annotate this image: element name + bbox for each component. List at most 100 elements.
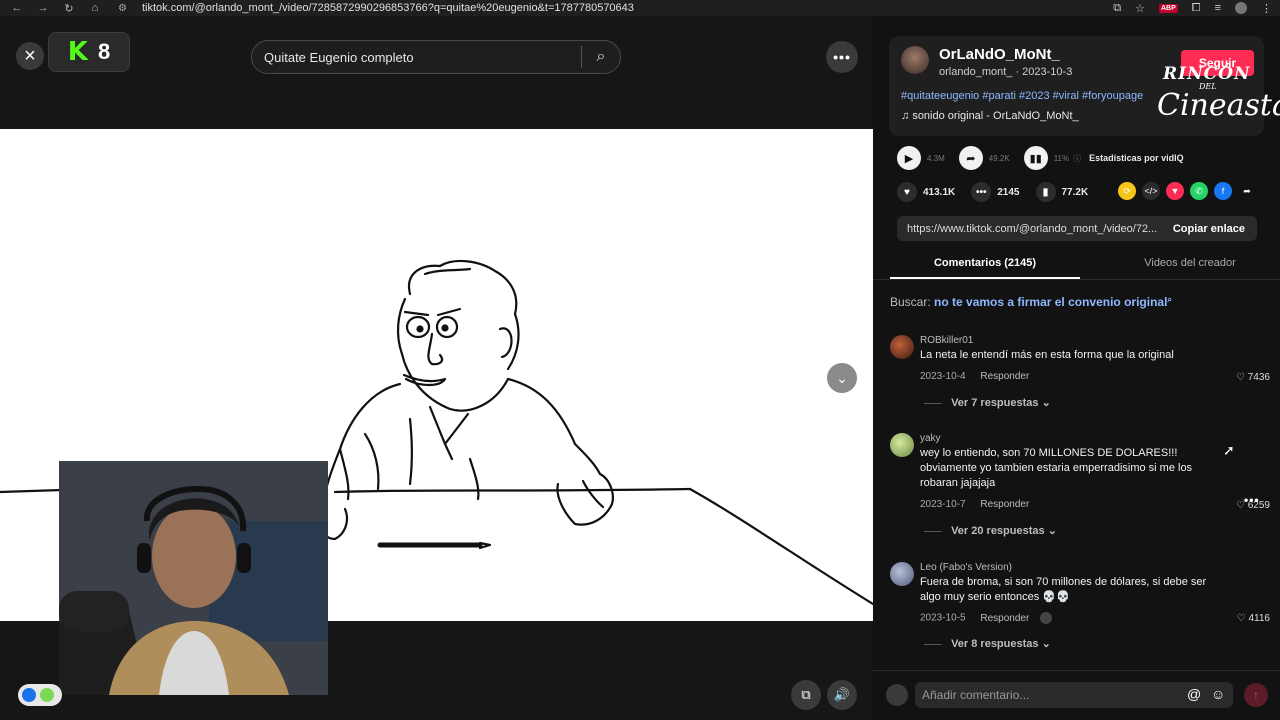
next-video-button[interactable]: ⌄ xyxy=(827,363,857,393)
view-replies-button[interactable]: Ver 20 respuestas ⌄ xyxy=(924,524,1057,537)
comment-button[interactable]: ••• xyxy=(971,182,992,202)
extensions-puzzle-icon[interactable]: ⧠ xyxy=(1192,2,1201,15)
address-bar-url[interactable]: tiktok.com/@orlando_mont_/video/72858729… xyxy=(142,2,634,14)
comment-count: 2145 xyxy=(997,186,1020,198)
miniplayer-button[interactable]: ⧉ xyxy=(791,680,821,710)
forward-icon[interactable]: → xyxy=(36,2,50,14)
whatsapp-icon[interactable]: ✆ xyxy=(1190,182,1208,200)
comment-date: 2023-10-7 xyxy=(920,499,966,510)
comment-item: Leo (Fabo's Version) Fuera de broma, si … xyxy=(890,562,1270,657)
bookmark-star-icon[interactable]: ☆ xyxy=(1135,2,1145,15)
reply-button[interactable]: Responder xyxy=(980,499,1029,510)
tab-creator-videos[interactable]: Videos del creador xyxy=(1100,254,1280,279)
install-app-icon[interactable]: ⧉ xyxy=(1113,2,1121,15)
bar-chart-icon: ▮▮ xyxy=(1029,152,1042,165)
share-count: 49.2K xyxy=(988,153,1010,163)
facebook-icon[interactable]: f xyxy=(1214,182,1232,200)
comment-text: Fuera de broma, si son 70 millones de dó… xyxy=(920,576,1207,603)
info-icon[interactable]: ⓘ xyxy=(1073,153,1081,164)
commenter-avatar[interactable] xyxy=(890,335,914,359)
save-count: 77.2K xyxy=(1061,186,1089,198)
comment-meta: 2023-10-7 Responder xyxy=(920,499,1029,510)
comment-input[interactable] xyxy=(915,682,1233,708)
video-url[interactable]: https://www.tiktok.com/@orlando_mont_/vi… xyxy=(897,223,1161,235)
commenter-avatar[interactable] xyxy=(890,433,914,457)
site-info-icon[interactable]: ⚙ xyxy=(118,3,132,14)
comment-like-count: 4116 xyxy=(1248,613,1270,624)
video-search-text[interactable]: Quitate Eugenio completo xyxy=(252,50,581,65)
emoji-icon[interactable]: ☺ xyxy=(1211,686,1225,702)
search-icon[interactable]: ⌕ xyxy=(582,48,620,66)
adblock-icon[interactable]: ABP xyxy=(1158,3,1178,13)
comment-like[interactable]: ♡ 4116 xyxy=(1237,613,1270,624)
kick-extension-badge[interactable]: K 8 xyxy=(48,32,130,72)
mouse-cursor-icon: ➚ xyxy=(1223,442,1235,458)
more-options-button[interactable]: ••• xyxy=(826,41,858,73)
view-replies-button[interactable]: Ver 8 respuestas ⌄ xyxy=(924,637,1051,650)
repost-icon[interactable]: ⟳ xyxy=(1118,182,1136,200)
post-info-card: OrLaNdO_MoNt_ orlando_mont_ · 2023-10-3 … xyxy=(889,36,1280,136)
copy-link-row: https://www.tiktok.com/@orlando_mont_/vi… xyxy=(897,216,1257,241)
like-count: 413.1K xyxy=(923,186,956,198)
share-count-button[interactable]: ➦ xyxy=(958,146,983,170)
video-search-bar[interactable]: Quitate Eugenio completo ⌕ xyxy=(251,40,621,74)
channel-watermark: RINCÓN DEL Cineasta xyxy=(1157,64,1280,121)
like-button[interactable]: ♥ xyxy=(897,182,917,202)
vidiq-stats-label[interactable]: Estadísticas por vidIQ xyxy=(1089,153,1184,163)
view-replies-button[interactable]: Ver 7 respuestas ⌄ xyxy=(924,396,1051,409)
search-small-icon: ⌕ xyxy=(1167,295,1172,304)
share-icons: ⟳ </> ▼ ✆ f ➦ xyxy=(1118,182,1256,200)
back-icon[interactable]: ← xyxy=(10,2,24,14)
more-dots-icon: ••• xyxy=(833,49,851,65)
search-suggestion[interactable]: Buscar: no te vamos a firmar el convenio… xyxy=(890,295,1172,309)
play-count-button[interactable]: ▶ xyxy=(897,146,921,170)
close-icon: × xyxy=(24,44,36,67)
comment-more-icon[interactable]: ••• xyxy=(1244,493,1260,507)
volume-button[interactable]: 🔊 xyxy=(827,680,857,710)
stats-chart-button[interactable]: ▮▮ xyxy=(1023,146,1048,170)
tab-comments[interactable]: Comentarios (2145) xyxy=(890,254,1080,279)
more-share-icon[interactable]: ➦ xyxy=(1238,182,1256,200)
send-comment-button[interactable]: ↑ xyxy=(1244,683,1268,707)
chevron-down-icon: ⌄ xyxy=(1047,525,1057,537)
sound-link[interactable]: ♫ sonido original - OrLaNdO_MoNt_ xyxy=(901,110,1079,122)
mention-icon[interactable]: @ xyxy=(1187,686,1201,702)
comment-username[interactable]: ROBkiller01 xyxy=(920,335,973,346)
search-prefix: Buscar: xyxy=(890,295,931,309)
comment-date: 2023-10-4 xyxy=(920,371,966,382)
save-button[interactable]: ▮ xyxy=(1035,182,1056,202)
close-video-button[interactable]: × xyxy=(16,42,44,70)
comment-username[interactable]: yaky xyxy=(920,433,941,444)
stats-percent: 11% xyxy=(1053,153,1070,163)
sound-name[interactable]: sonido original - OrLaNdO_MoNt_ xyxy=(912,110,1078,122)
engagement-row: ♥ 413.1K ••• 2145 ▮ 77.2K xyxy=(897,182,1088,202)
reading-list-icon[interactable]: ≡ xyxy=(1215,2,1221,14)
watermark-line1: RINCÓN xyxy=(1163,64,1251,84)
author-avatar[interactable] xyxy=(901,46,929,74)
copy-link-button[interactable]: Copiar enlace xyxy=(1161,223,1257,235)
browser-nav: ← → ↻ ⌂ xyxy=(0,2,102,15)
volume-icon: 🔊 xyxy=(833,687,851,702)
comment-username[interactable]: Leo (Fabo's Version) xyxy=(920,562,1012,573)
profile-avatar-icon[interactable] xyxy=(1235,2,1247,14)
address-bar[interactable]: ⚙ tiktok.com/@orlando_mont_/video/728587… xyxy=(118,0,1118,16)
view-replies-label: Ver 20 respuestas xyxy=(951,525,1045,537)
comment-bubble-icon: ••• xyxy=(975,186,987,198)
chevron-down-icon: ⌄ xyxy=(1041,638,1051,650)
search-suggestion-query[interactable]: no te vamos a firmar el convenio origina… xyxy=(934,295,1167,309)
embed-code-icon[interactable]: </> xyxy=(1142,182,1160,200)
reply-button[interactable]: Responder xyxy=(980,371,1029,382)
webcam-overlay xyxy=(59,461,328,695)
power-icon xyxy=(40,688,54,702)
comment-meta: 2023-10-5 Responder xyxy=(920,612,1053,624)
extension-toggle[interactable] xyxy=(18,684,62,706)
home-icon[interactable]: ⌂ xyxy=(88,2,102,14)
comment-like[interactable]: ♡ 7436 xyxy=(1236,372,1270,383)
send-to-friends-icon[interactable]: ▼ xyxy=(1166,182,1184,200)
browser-menu-icon[interactable]: ⋮ xyxy=(1261,2,1272,15)
reload-icon[interactable]: ↻ xyxy=(62,2,76,15)
comment-meta: 2023-10-4 Responder xyxy=(920,371,1029,382)
author-name[interactable]: OrLaNdO_MoNt_ xyxy=(939,46,1060,63)
reply-button[interactable]: Responder xyxy=(980,613,1029,624)
commenter-avatar[interactable] xyxy=(890,562,914,586)
